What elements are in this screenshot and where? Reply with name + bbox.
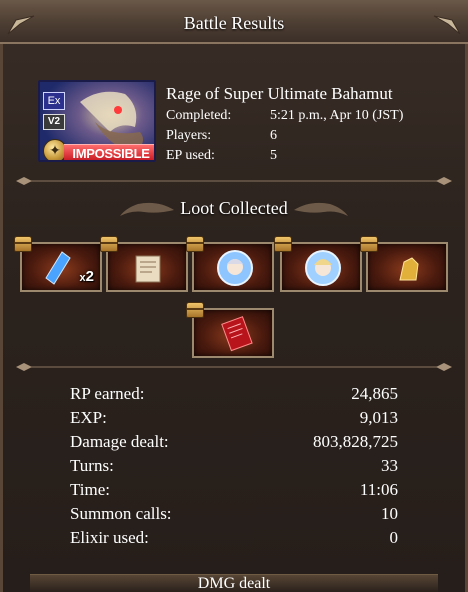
treasure-chest-icon [100,236,118,252]
stat-label: Elixir used: [70,528,149,547]
treasure-chest-icon [14,236,32,252]
stat-label: Damage dealt: [70,432,169,451]
loot-item[interactable] [274,236,362,292]
stat-row: Time: 11:06 [70,480,400,504]
stat-row: Turns: 33 [70,456,400,480]
stat-label: Time: [70,480,111,499]
header-bar: Battle Results [0,0,468,44]
stat-label: Summon calls: [70,504,172,523]
players-value: 6 [270,128,277,143]
dmg-dealt-header[interactable]: DMG dealt [30,574,438,592]
loot-item[interactable] [186,302,274,358]
loot-item[interactable] [360,236,448,292]
quest-name: Rage of Super Ultimate Bahamut [166,84,393,103]
page-title: Battle Results [183,13,285,33]
quest-info: Rage of Super Ultimate Bahamut Completed… [166,84,403,163]
loot-title: Loot Collected [180,198,288,218]
treasure-chest-icon [360,236,378,252]
stat-row: Elixir used: 0 [70,528,400,552]
red-document-icon [221,316,253,352]
ex-badge: Ex [43,92,65,110]
dmg-dealt-title: DMG dealt [197,575,271,592]
difficulty-badge: IMPOSSIBLE [64,144,154,160]
ornament-right-icon [294,202,348,216]
stat-row: EXP: 9,013 [70,408,400,432]
treasure-chest-icon [186,302,204,318]
stat-label: EXP: [70,408,107,427]
ornament-right-icon [433,15,461,35]
stat-value: 33 [381,456,398,475]
stat-row: Damage dealt: 803,828,725 [70,432,400,456]
v2-badge: V2 [43,114,65,130]
ep-label: EP used: [166,148,215,163]
completed-label: Completed: [166,108,232,123]
stat-label: RP earned: [70,384,145,403]
treasure-chest-icon [186,236,204,252]
item-count: x2 [79,268,94,285]
loot-item[interactable] [100,236,188,292]
stat-value: 803,828,725 [313,432,398,451]
divider [16,363,452,371]
gold-treasure-icon [399,257,419,281]
divider [16,177,452,185]
ep-value: 5 [270,148,277,163]
stat-row: RP earned: 24,865 [70,384,400,408]
loot-item[interactable] [186,236,274,292]
players-label: Players: [166,128,212,143]
blue-crystal-icon [45,251,71,285]
loot-item[interactable]: x2 [14,236,102,292]
completed-value: 5:21 p.m., Apr 10 (JST) [270,108,404,123]
treasure-chest-icon [274,236,292,252]
character-orb-icon [305,250,341,286]
scroll-icon [135,255,161,283]
stat-value: 11:06 [359,480,398,499]
stat-value: 10 [381,504,398,523]
stat-value: 0 [389,528,399,547]
stat-value: 9,013 [359,408,398,427]
stat-label: Turns: [70,456,114,475]
quest-banner: Ex V2 ✦ IMPOSSIBLE [38,80,156,162]
character-orb-icon [217,250,253,286]
stat-value: 24,865 [351,384,398,403]
stat-row: Summon calls: 10 [70,504,400,528]
